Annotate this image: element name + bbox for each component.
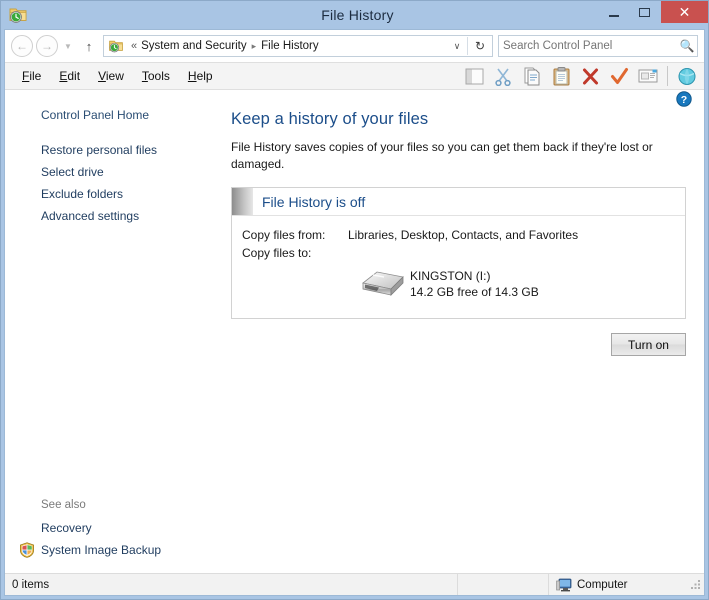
breadcrumb-overflow[interactable]: «: [131, 40, 137, 52]
item-count: 0 items: [5, 574, 458, 595]
menu-item-edit[interactable]: Edit: [50, 67, 89, 85]
copy-files-from-row: Copy files from: Libraries, Desktop, Con…: [242, 228, 685, 242]
breadcrumb-system-and-security[interactable]: System and Security: [141, 40, 246, 52]
status-bar-spacer: [458, 574, 549, 595]
see-also-section: See also Recovery System Image Backup: [5, 496, 227, 573]
back-arrow-icon[interactable]: ←: [11, 35, 33, 57]
copy-icon[interactable]: [519, 64, 545, 88]
page-title: Keep a history of your files: [231, 110, 429, 128]
see-also-label: See also: [41, 499, 86, 511]
title-bar: File History ✕: [1, 1, 708, 29]
refresh-icon[interactable]: ↻: [470, 39, 490, 53]
usb-flash-drive-icon: [348, 264, 410, 304]
paste-clipboard-icon[interactable]: [548, 64, 574, 88]
chevron-down-icon[interactable]: ▼: [61, 42, 75, 51]
search-input[interactable]: [499, 40, 677, 52]
status-indicator-bar: [232, 188, 253, 215]
sidebar-item-control-panel-home[interactable]: Control Panel Home: [5, 104, 227, 130]
status-panel-header: File History is off: [232, 188, 685, 216]
status-bar-location: Computer: [549, 574, 704, 595]
sidebar-item-restore-personal-files[interactable]: Restore personal files: [5, 139, 227, 161]
help-icon[interactable]: ?: [676, 91, 692, 107]
scissors-cut-icon[interactable]: [490, 64, 516, 88]
file-history-window: File History ✕ ← → ▼ ↑ « System and Secu…: [0, 0, 709, 600]
close-button[interactable]: ✕: [661, 1, 708, 23]
button-row: Turn on: [231, 333, 686, 356]
resize-grip[interactable]: [690, 579, 701, 590]
client-area: ← → ▼ ↑ « System and Security ▸ File His…: [4, 29, 705, 596]
drive-capacity: 14.2 GB free of 14.3 GB: [410, 285, 539, 299]
status-panel: File History is off Copy files from: Lib…: [231, 187, 686, 319]
sidebar-item-advanced-settings[interactable]: Advanced settings: [5, 205, 227, 227]
toolbar-icons: [461, 64, 700, 88]
turn-on-button[interactable]: Turn on: [611, 333, 686, 356]
toolbar-separator: [667, 66, 668, 86]
window-controls: ✕: [599, 1, 708, 25]
address-dropdown-icon[interactable]: ∨: [449, 41, 465, 52]
menu-item-tools[interactable]: Tools: [133, 67, 179, 85]
globe-icon[interactable]: [674, 64, 700, 88]
layout-panel-icon[interactable]: [461, 64, 487, 88]
menu-item-help[interactable]: Help: [179, 67, 222, 85]
address-file-history-icon: [108, 38, 124, 54]
copy-files-from-label: Copy files from:: [242, 228, 326, 242]
drive-name: KINGSTON (I:): [410, 269, 491, 283]
up-arrow-icon[interactable]: ↑: [79, 39, 99, 54]
breadcrumb-file-history[interactable]: File History: [261, 40, 319, 52]
content-pane: ? Keep a history of your files File Hist…: [227, 90, 704, 573]
sidebar-item-recovery[interactable]: Recovery: [5, 517, 227, 539]
copy-files-from-value: Libraries, Desktop, Contacts, and Favori…: [348, 228, 579, 242]
status-badge: File History is off: [262, 193, 366, 210]
body-area: Control Panel Home Restore personal file…: [5, 90, 704, 573]
address-divider: [467, 37, 468, 55]
menu-toolbar-row: File Edit View Tools Help: [5, 62, 704, 90]
page-description: File History saves copies of your files …: [231, 140, 653, 171]
windows-shield-icon: [19, 542, 35, 558]
maximize-button[interactable]: [629, 1, 659, 23]
checkmark-icon[interactable]: [606, 64, 632, 88]
copy-files-to-label: Copy files to:: [242, 246, 312, 260]
copy-files-to-row: Copy files to:: [242, 246, 685, 260]
breadcrumb-arrow-icon[interactable]: ▸: [252, 41, 257, 52]
location-label: Computer: [577, 578, 628, 591]
forward-arrow-icon[interactable]: →: [36, 35, 58, 57]
delete-x-icon[interactable]: [577, 64, 603, 88]
status-panel-body: Copy files from: Libraries, Desktop, Con…: [232, 216, 685, 318]
sidebar-item-label: System Image Backup: [41, 543, 162, 557]
address-bar[interactable]: « System and Security ▸ File History ∨ ↻: [103, 35, 493, 57]
status-bar: 0 items Computer: [5, 573, 704, 595]
navigation-toolbar: ← → ▼ ↑ « System and Security ▸ File His…: [5, 30, 704, 62]
drive-info: KINGSTON (I:) 14.2 GB free of 14.3 GB: [410, 268, 539, 300]
email-icon[interactable]: [635, 64, 661, 88]
menu-item-view[interactable]: View: [89, 67, 133, 85]
menu-item-file[interactable]: File: [13, 67, 50, 85]
sidebar-item-select-drive[interactable]: Select drive: [5, 161, 227, 183]
sidebar: Control Panel Home Restore personal file…: [5, 90, 227, 573]
sidebar-item-system-image-backup[interactable]: System Image Backup: [5, 539, 227, 561]
search-box[interactable]: 🔍: [498, 35, 698, 57]
svg-text:?: ?: [681, 94, 687, 106]
minimize-button[interactable]: [599, 1, 629, 23]
target-drive: KINGSTON (I:) 14.2 GB free of 14.3 GB: [348, 264, 685, 304]
search-icon: 🔍: [679, 39, 695, 53]
file-history-icon: [8, 5, 28, 25]
computer-icon: [556, 578, 572, 592]
sidebar-item-exclude-folders[interactable]: Exclude folders: [5, 183, 227, 205]
